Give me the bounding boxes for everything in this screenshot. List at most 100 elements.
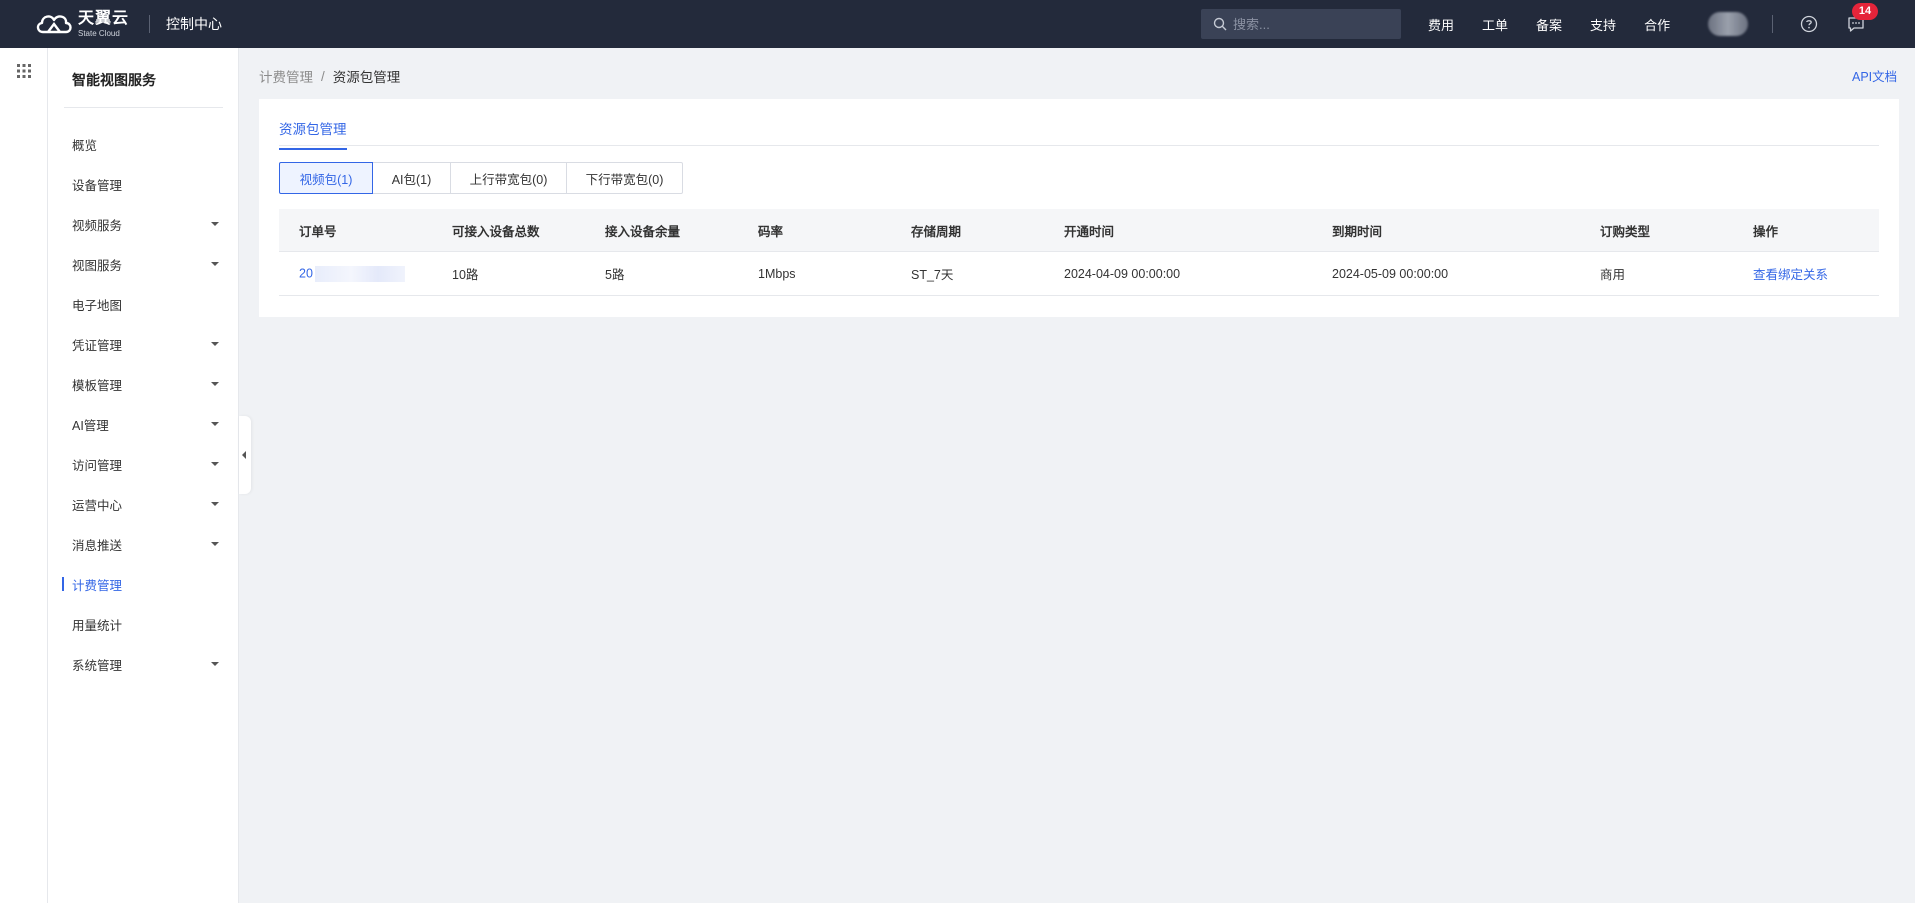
sidebar-item[interactable]: 模板管理 xyxy=(48,364,239,404)
sidebar-item-label: 视频服务 xyxy=(72,218,123,233)
sidebar: 智能视图服务 概览设备管理视频服务视图服务电子地图凭证管理模板管理 AI管理访问管… xyxy=(48,48,239,903)
chevron-down-icon xyxy=(211,382,219,386)
cell-value: ST_7天 xyxy=(911,268,954,282)
breadcrumb-separator: / xyxy=(321,68,325,84)
sidebar-item[interactable]: AI管理 xyxy=(48,404,239,444)
cell-value: 5路 xyxy=(605,268,625,282)
console-title[interactable]: 控制中心 xyxy=(166,14,222,34)
sidebar-item-label: 用量统计 xyxy=(72,618,123,633)
breadcrumb: 计费管理 / 资源包管理 xyxy=(259,66,400,86)
redacted-order-mask xyxy=(314,265,405,282)
segment-button[interactable]: AI包(1) xyxy=(373,162,451,194)
table-cell: 2024-04-09 00:00:00 xyxy=(1044,267,1312,281)
sidebar-collapse-handle[interactable] xyxy=(239,416,251,494)
breadcrumb-parent[interactable]: 计费管理 xyxy=(259,66,313,86)
table-cell: 商用 xyxy=(1580,264,1733,283)
segment-button[interactable]: 视频包(1) xyxy=(279,162,373,194)
top-link-partner[interactable]: 合作 xyxy=(1644,15,1670,34)
column-header: 可接入设备总数 xyxy=(452,224,540,239)
topbar-divider-right xyxy=(1772,15,1773,33)
table-cell: 20 xyxy=(279,265,432,282)
top-link-tickets[interactable]: 工单 xyxy=(1482,15,1508,34)
sidebar-item[interactable]: 运营中心 xyxy=(48,484,239,524)
apps-grid-icon[interactable] xyxy=(17,64,31,78)
api-doc-link[interactable]: API文档 xyxy=(1852,66,1897,85)
sidebar-item[interactable]: 概览 xyxy=(48,124,239,164)
table-cell: ST_7天 xyxy=(891,264,1044,283)
sidebar-item[interactable]: 凭证管理 xyxy=(48,324,239,364)
chevron-down-icon xyxy=(211,422,219,426)
search-input[interactable] xyxy=(1233,16,1393,32)
sidebar-item[interactable]: 系统管理 xyxy=(48,644,239,684)
package-table: 订单号 可接入设备总数 接入设备余量 码率 存储周期 开通时间 到期时间 订购类型 操作 20 1… xyxy=(279,209,1879,296)
table-cell: 查看绑定关系 xyxy=(1733,264,1879,283)
cloud-logo-icon xyxy=(36,15,72,34)
help-icon[interactable] xyxy=(1800,15,1818,33)
table-row: 20 10路 5路 1Mbps ST_7天 2024-04-09 00:00:00 2024… xyxy=(279,252,1879,296)
order-number-link[interactable]: 20 xyxy=(299,266,313,280)
search-icon xyxy=(1213,17,1227,31)
sidebar-item-label: 概览 xyxy=(72,138,98,153)
logo-text-cn: 天翼云 xyxy=(78,9,130,27)
column-header: 接入设备余量 xyxy=(605,224,681,239)
sidebar-item-label: 运营中心 xyxy=(72,498,123,513)
segment-button[interactable]: 上行带宽包(0) xyxy=(451,162,567,194)
column-header: 到期时间 xyxy=(1332,224,1383,239)
sidebar-item[interactable]: 视图服务 xyxy=(48,244,239,284)
table-body: 20 10路 5路 1Mbps ST_7天 2024-04-09 00:00:00 2024… xyxy=(279,252,1879,296)
left-rail xyxy=(0,48,48,903)
column-header: 订购类型 xyxy=(1600,224,1651,239)
sidebar-item-label: 凭证管理 xyxy=(72,338,123,353)
sidebar-item-label: 电子地图 xyxy=(72,298,123,313)
column-header: 操作 xyxy=(1753,224,1779,239)
sidebar-divider xyxy=(64,107,223,108)
tab-resource-package[interactable]: 资源包管理 xyxy=(279,118,347,150)
chevron-down-icon xyxy=(211,262,219,266)
sidebar-item[interactable]: 计费管理 xyxy=(48,564,239,604)
sidebar-item[interactable]: 设备管理 xyxy=(48,164,239,204)
logo-text-en: State Cloud xyxy=(78,28,120,38)
sidebar-item-label: 模板管理 xyxy=(72,378,123,393)
cell-value: 2024-05-09 00:00:00 xyxy=(1332,266,1449,281)
brand-logo[interactable]: 天翼云 State Cloud xyxy=(34,0,129,48)
table-cell: 5路 xyxy=(585,264,738,283)
breadcrumb-current: 资源包管理 xyxy=(332,70,401,85)
table-cell: 2024-05-09 00:00:00 xyxy=(1312,267,1580,281)
message-count-badge: 14 xyxy=(1852,3,1878,20)
cell-value: 1Mbps xyxy=(758,266,796,281)
chevron-down-icon xyxy=(211,502,219,506)
sidebar-item-label: 计费管理 xyxy=(72,578,123,593)
top-link-filing[interactable]: 备案 xyxy=(1536,15,1562,34)
sidebar-item[interactable]: 访问管理 xyxy=(48,444,239,484)
sidebar-item[interactable]: 视频服务 xyxy=(48,204,239,244)
resource-package-card: 资源包管理 视频包(1) AI包(1) 上行带宽包(0) 下行带宽包(0) 订单号 可接… xyxy=(259,99,1899,317)
cell-value: 10路 xyxy=(452,268,479,282)
card-tab-bar: 资源包管理 xyxy=(279,99,1879,150)
topbar-divider xyxy=(149,15,151,33)
caret-left-icon xyxy=(242,451,246,459)
sidebar-item[interactable]: 用量统计 xyxy=(48,604,239,644)
table-header: 订单号 可接入设备总数 接入设备余量 码率 存储周期 开通时间 到期时间 订购类型 操作 xyxy=(279,209,1879,252)
user-avatar[interactable] xyxy=(1708,12,1748,36)
view-binding-link[interactable]: 查看绑定关系 xyxy=(1753,268,1828,282)
cell-value: 商用 xyxy=(1600,268,1626,282)
sidebar-item[interactable]: 电子地图 xyxy=(48,284,239,324)
top-link-support[interactable]: 支持 xyxy=(1590,15,1616,34)
sidebar-item-label: 消息推送 xyxy=(72,538,123,553)
sidebar-menu: 概览设备管理视频服务视图服务电子地图凭证管理模板管理 AI管理访问管理运营中心消息… xyxy=(48,124,239,684)
top-navbar: 天翼云 State Cloud 控制中心 费用 工单 备案 支持 合作 14 xyxy=(0,0,1915,48)
column-header: 存储周期 xyxy=(911,224,962,239)
chevron-down-icon xyxy=(211,662,219,666)
chevron-down-icon xyxy=(211,542,219,546)
sidebar-item[interactable]: 消息推送 xyxy=(48,524,239,564)
table-cell: 10路 xyxy=(432,264,585,283)
top-links: 费用 工单 备案 支持 合作 xyxy=(1428,0,1698,48)
sidebar-item-label: 访问管理 xyxy=(72,458,123,473)
top-link-billing[interactable]: 费用 xyxy=(1428,15,1454,34)
segment-button[interactable]: 下行带宽包(0) xyxy=(567,162,683,194)
sidebar-item-label: 系统管理 xyxy=(72,658,123,673)
sidebar-title: 智能视图服务 xyxy=(72,72,156,88)
top-search-box[interactable] xyxy=(1201,9,1401,39)
column-header: 开通时间 xyxy=(1064,224,1115,239)
chevron-down-icon xyxy=(211,462,219,466)
